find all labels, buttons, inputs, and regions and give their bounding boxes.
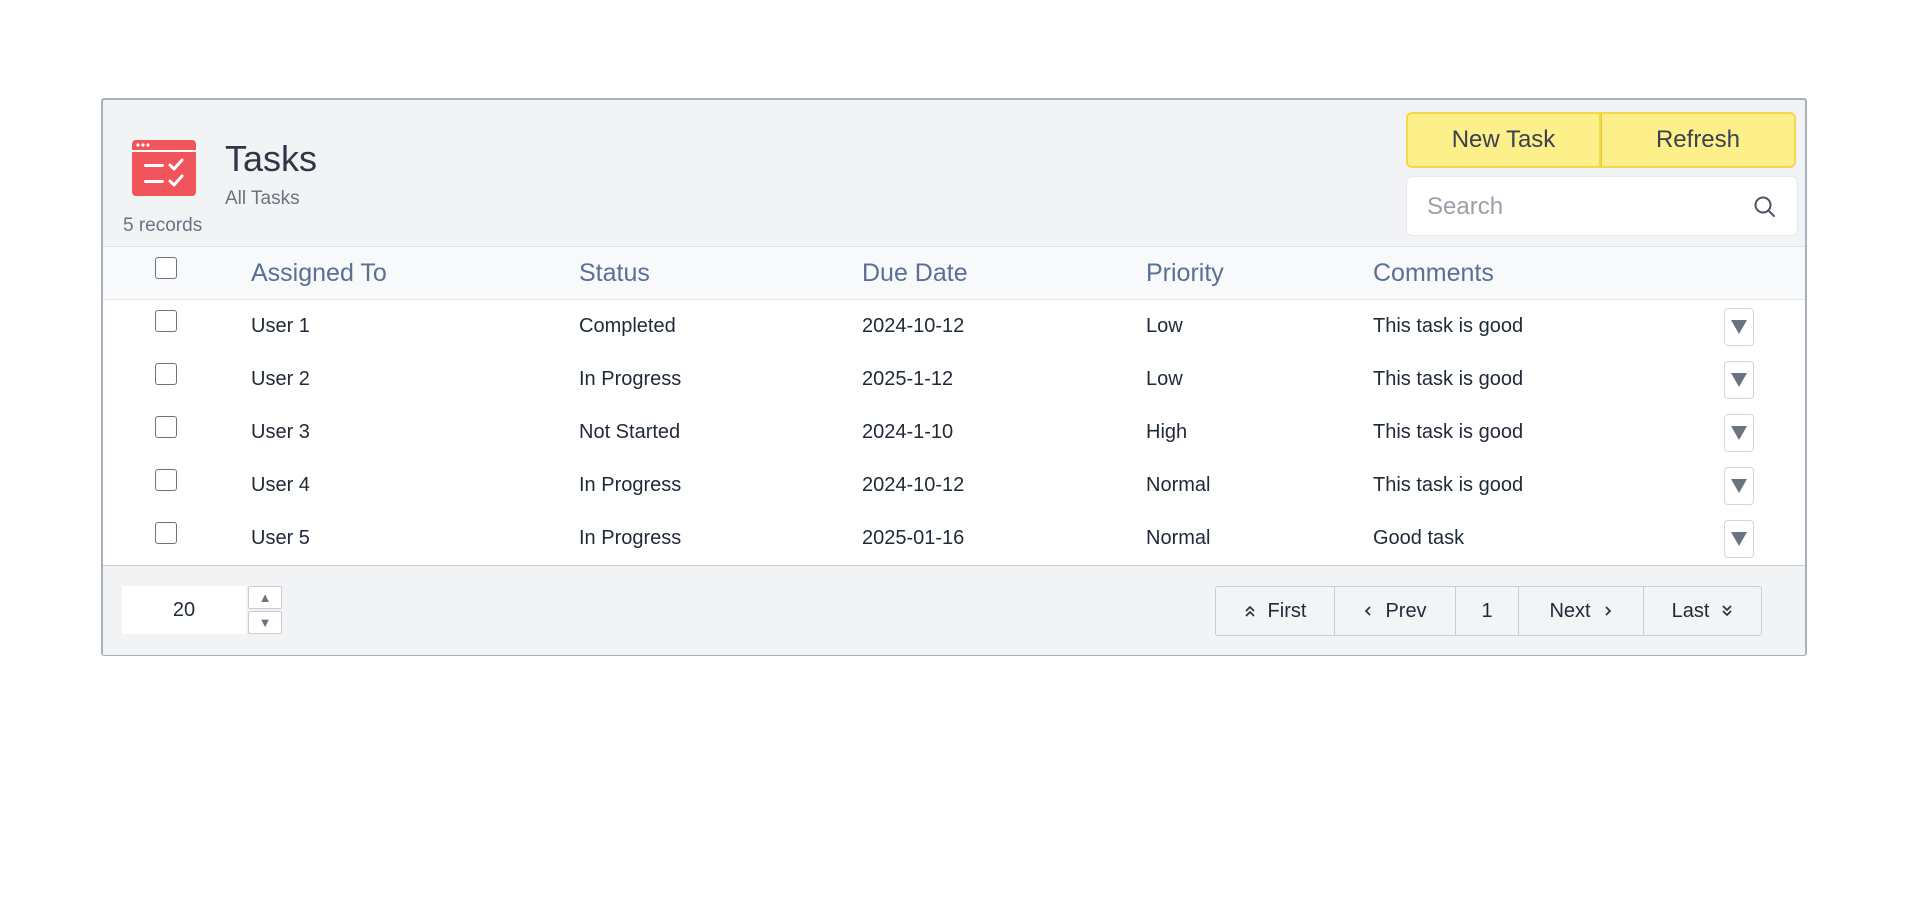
cell-status: Not Started — [579, 421, 681, 443]
refresh-button[interactable]: Refresh — [1601, 112, 1796, 168]
row-menu-button[interactable] — [1724, 361, 1754, 399]
row-menu-button[interactable] — [1724, 414, 1754, 452]
row-checkbox[interactable] — [155, 522, 177, 544]
cell-comments: This task is good — [1373, 474, 1524, 496]
cell-assigned-to: User 4 — [251, 474, 310, 496]
first-label: First — [1267, 599, 1307, 622]
double-chevron-down-icon — [1722, 605, 1733, 617]
row-menu-button[interactable] — [1724, 308, 1754, 346]
next-page-button[interactable]: Next — [1518, 586, 1644, 636]
table-footer: 20 ▲ ▼ First Prev 1 Next Last — [103, 565, 1805, 655]
dropdown-triangle-icon — [1731, 373, 1747, 387]
page-title: Tasks — [225, 138, 318, 179]
cell-status: In Progress — [579, 527, 682, 549]
table-row[interactable]: User 2 In Progress 2025-1-12 Low This ta… — [103, 353, 1805, 407]
last-page-button[interactable]: Last — [1643, 586, 1762, 636]
cell-due-date: 2025-1-12 — [862, 368, 954, 390]
cell-due-date: 2024-10-12 — [862, 474, 965, 496]
prev-label: Prev — [1385, 599, 1427, 622]
table-row[interactable]: User 4 In Progress 2024-10-12 Normal Thi… — [103, 459, 1805, 513]
search-box — [1406, 176, 1798, 237]
table-row[interactable]: User 1 Completed 2024-10-12 Low This tas… — [103, 300, 1805, 354]
cell-priority: Normal — [1146, 474, 1211, 496]
new-task-button[interactable]: New Task — [1406, 112, 1601, 168]
tasks-table: Assigned To Status Due Date Priority Com… — [103, 246, 1805, 566]
dropdown-triangle-icon — [1731, 426, 1747, 440]
table-row[interactable]: User 5 In Progress 2025-01-16 Normal Goo… — [103, 512, 1805, 565]
row-checkbox[interactable] — [155, 310, 177, 332]
down-triangle-icon: ▼ — [258, 615, 272, 630]
cell-assigned-to: User 2 — [251, 368, 310, 390]
cell-comments: This task is good — [1373, 421, 1524, 443]
chevron-left-icon — [1365, 606, 1372, 616]
last-label: Last — [1671, 599, 1710, 622]
cell-assigned-to: User 3 — [251, 421, 310, 443]
tasks-panel: Tasks All Tasks 5 records New Task Refre… — [101, 98, 1807, 656]
dropdown-triangle-icon — [1731, 479, 1747, 493]
dropdown-triangle-icon — [1731, 320, 1747, 334]
cell-comments: Good task — [1373, 527, 1465, 549]
cell-priority: Normal — [1146, 527, 1211, 549]
current-page-button[interactable]: 1 — [1455, 586, 1519, 636]
chevron-right-icon — [1604, 606, 1611, 616]
toolbar-buttons: New Task Refresh — [1406, 112, 1796, 168]
row-checkbox[interactable] — [155, 469, 177, 491]
cell-status: In Progress — [579, 368, 682, 390]
next-label: Next — [1549, 599, 1591, 622]
panel-header: Tasks All Tasks 5 records New Task Refre… — [103, 100, 1805, 246]
row-checkbox[interactable] — [155, 416, 177, 438]
step-up-button[interactable]: ▲ — [248, 586, 282, 609]
dropdown-triangle-icon — [1731, 532, 1747, 546]
cell-priority: Low — [1146, 368, 1183, 390]
cell-assigned-to: User 5 — [251, 527, 310, 549]
page-subtitle: All Tasks — [225, 188, 300, 209]
column-header-priority[interactable]: Priority — [1146, 259, 1224, 288]
page-size-input[interactable]: 20 — [122, 586, 246, 634]
cell-comments: This task is good — [1373, 368, 1524, 390]
double-chevron-up-icon — [1244, 605, 1255, 617]
cell-comments: This task is good — [1373, 315, 1524, 337]
search-icon[interactable] — [1753, 195, 1777, 219]
cell-assigned-to: User 1 — [251, 315, 310, 337]
first-page-button[interactable]: First — [1215, 586, 1335, 636]
select-all-checkbox[interactable] — [155, 257, 177, 279]
column-header-assigned-to[interactable]: Assigned To — [251, 259, 387, 288]
up-triangle-icon: ▲ — [258, 590, 272, 605]
column-header-comments[interactable]: Comments — [1373, 259, 1494, 288]
cell-priority: Low — [1146, 315, 1183, 337]
page-size-stepper: ▲ ▼ — [248, 586, 282, 634]
cell-status: Completed — [579, 315, 676, 337]
step-down-button[interactable]: ▼ — [248, 611, 282, 634]
search-input[interactable] — [1425, 177, 1749, 237]
table-header: Assigned To Status Due Date Priority Com… — [103, 247, 1805, 300]
row-menu-button[interactable] — [1724, 467, 1754, 505]
cell-due-date: 2024-10-12 — [862, 315, 965, 337]
row-menu-button[interactable] — [1724, 520, 1754, 558]
table-row[interactable]: User 3 Not Started 2024-1-10 High This t… — [103, 406, 1805, 460]
prev-page-button[interactable]: Prev — [1334, 586, 1456, 636]
record-count: 5 records — [123, 215, 203, 236]
column-header-due-date[interactable]: Due Date — [862, 259, 968, 288]
pagination: First Prev 1 Next Last — [1215, 586, 1762, 636]
task-list-icon — [132, 140, 196, 196]
cell-priority: High — [1146, 421, 1188, 443]
row-checkbox[interactable] — [155, 363, 177, 385]
cell-status: In Progress — [579, 474, 682, 496]
cell-due-date: 2025-01-16 — [862, 527, 965, 549]
column-header-status[interactable]: Status — [579, 259, 650, 288]
cell-due-date: 2024-1-10 — [862, 421, 954, 443]
